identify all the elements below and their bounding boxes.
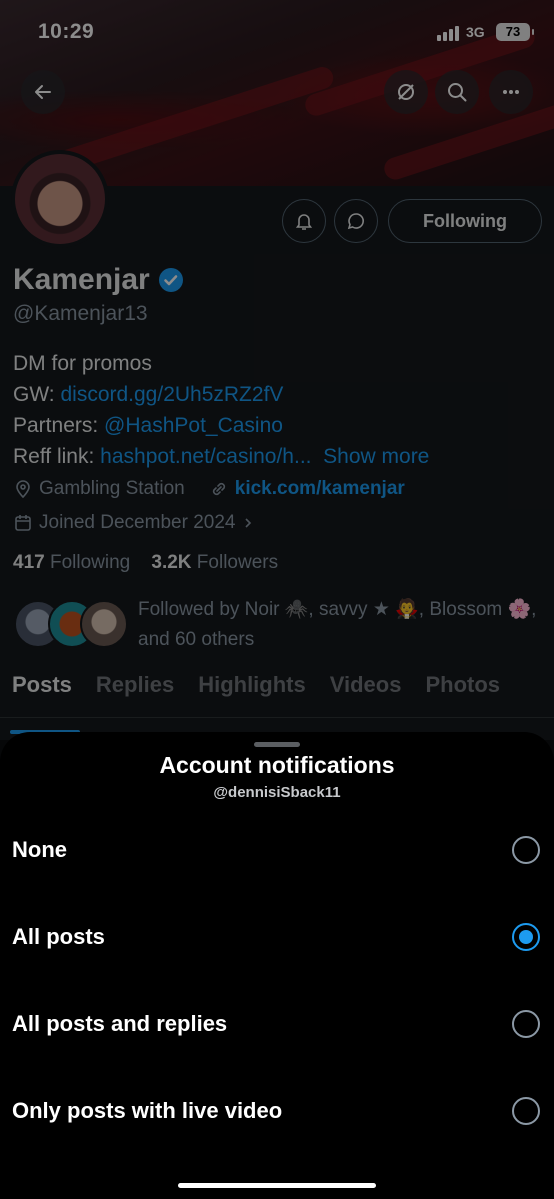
radio-button[interactable] xyxy=(512,1010,540,1038)
option-label: All posts and replies xyxy=(12,1011,228,1036)
home-indicator[interactable] xyxy=(178,1183,376,1188)
sheet-subtitle: @dennisiSback11 xyxy=(213,784,341,801)
radio-button[interactable] xyxy=(512,1097,540,1125)
option-live-video[interactable]: Only posts with live video xyxy=(0,1071,554,1151)
option-none[interactable]: None xyxy=(0,810,554,890)
sheet-title: Account notifications xyxy=(159,752,395,778)
option-label: Only posts with live video xyxy=(12,1098,283,1123)
option-all-posts[interactable]: All posts xyxy=(0,897,554,977)
radio-button-selected[interactable] xyxy=(512,923,540,951)
option-label: None xyxy=(12,837,67,862)
radio-button[interactable] xyxy=(512,836,540,864)
account-notifications-sheet: Account notifications @dennisiSback11 No… xyxy=(0,732,554,1199)
option-label: All posts xyxy=(12,924,105,949)
sheet-grabber[interactable] xyxy=(254,742,300,747)
option-all-posts-and-replies[interactable]: All posts and replies xyxy=(0,984,554,1064)
